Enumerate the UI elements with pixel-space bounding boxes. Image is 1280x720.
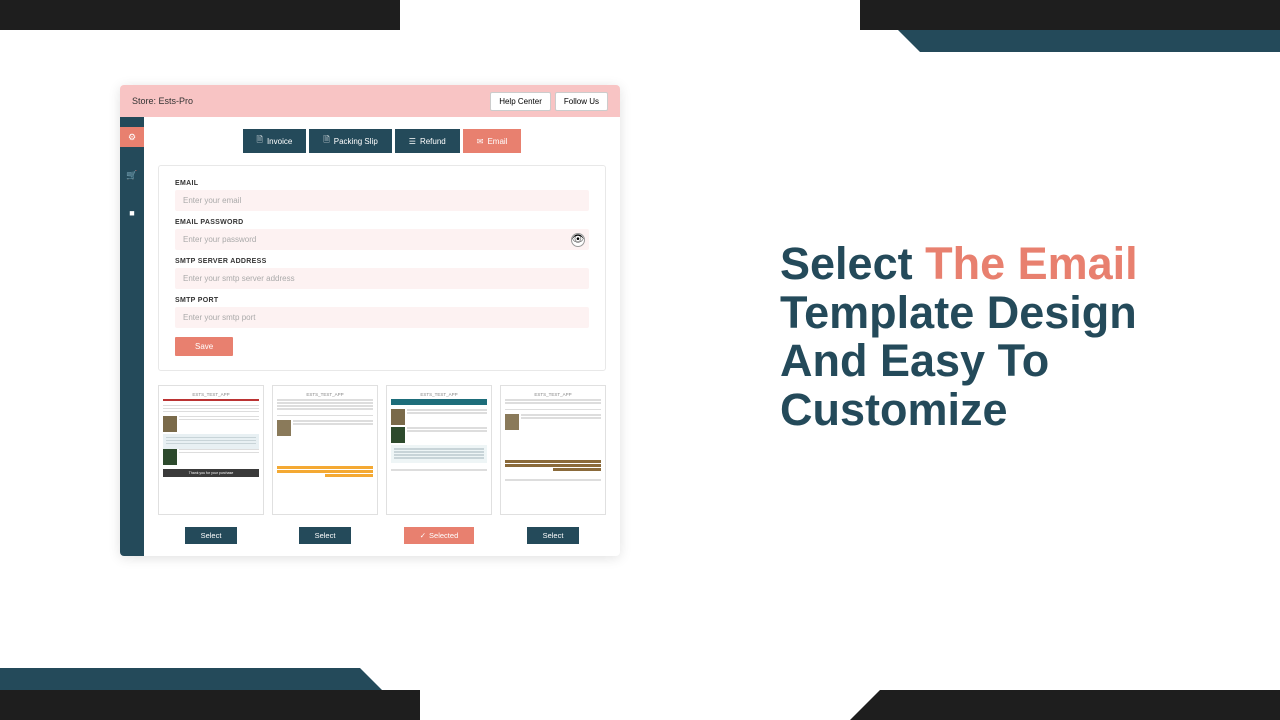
template-thanks: Thank you for your purchase [163, 469, 259, 477]
template-1[interactable]: ESTS_TEST_APP Thank you for your purchas… [158, 385, 264, 515]
template-header: ESTS_TEST_APP [505, 390, 601, 399]
sidebar-item-cart[interactable]: 🛒 [120, 165, 144, 185]
follow-us-button[interactable]: Follow Us [555, 92, 608, 111]
select-template-2[interactable]: Select [299, 527, 352, 544]
sidebar-item-user[interactable]: ■ [120, 203, 144, 223]
gear-icon: ⚙ [128, 132, 136, 143]
email-icon: ✉ [477, 137, 484, 146]
eye-icon[interactable]: 👁 [571, 233, 585, 247]
marketing-headline: Select The Email Template Design And Eas… [780, 240, 1180, 434]
topbar: Store: Ests-Pro Help Center Follow Us [120, 85, 620, 117]
sidebar: ⚙ 🛒 ■ [120, 117, 144, 556]
email-input[interactable] [175, 190, 589, 211]
smtp-server-input[interactable] [175, 268, 589, 289]
mkt-part3: Template Design And Easy To Customize [780, 287, 1137, 435]
selected-label: Selected [429, 531, 458, 540]
save-button[interactable]: Save [175, 337, 233, 356]
password-input[interactable] [175, 229, 589, 250]
frame-bottom-right [880, 690, 1280, 720]
help-center-button[interactable]: Help Center [490, 92, 551, 111]
template-2[interactable]: ESTS_TEST_APP [272, 385, 378, 515]
frame-top-right [860, 0, 1280, 60]
smtp-server-label: SMTP SERVER ADDRESS [175, 258, 589, 265]
tab-packing-label: Packing Slip [334, 137, 378, 146]
check-icon: ✓ [420, 531, 426, 540]
slip-icon: 🗎 [323, 134, 329, 148]
password-label: EMAIL PASSWORD [175, 219, 589, 226]
smtp-port-label: SMTP PORT [175, 297, 589, 304]
mkt-accent: The Email [925, 238, 1138, 289]
tabs: 🗎 Invoice 🗎 Packing Slip ☰ Refund ✉Email [158, 129, 606, 153]
tab-invoice-label: Invoice [267, 137, 292, 146]
frame-bottom-left [0, 660, 420, 720]
tab-invoice[interactable]: 🗎 Invoice [243, 129, 307, 153]
email-settings-card: EMAIL EMAIL PASSWORD 👁 SMTP SERVER ADDRE… [158, 165, 606, 371]
refund-icon: ☰ [409, 137, 416, 146]
smtp-port-input[interactable] [175, 307, 589, 328]
tab-email-label: Email [487, 137, 507, 146]
template-grid: ESTS_TEST_APP Thank you for your purchas… [158, 385, 606, 515]
mkt-part1: Select [780, 238, 925, 289]
tab-refund-label: Refund [420, 137, 446, 146]
tab-packing-slip[interactable]: 🗎 Packing Slip [309, 129, 391, 153]
template-3[interactable]: ESTS_TEST_APP [386, 385, 492, 515]
user-icon: ■ [129, 208, 134, 218]
file-icon: 🗎 [257, 134, 263, 148]
cart-icon: 🛒 [126, 170, 137, 181]
app-window: Store: Ests-Pro Help Center Follow Us ⚙ … [120, 85, 620, 556]
email-label: EMAIL [175, 180, 589, 187]
sidebar-item-settings[interactable]: ⚙ [120, 127, 144, 147]
tab-refund[interactable]: ☰ Refund [395, 129, 460, 153]
store-label: Store: Ests-Pro [132, 96, 193, 106]
selected-template-3[interactable]: ✓Selected [404, 527, 474, 544]
template-4[interactable]: ESTS_TEST_APP [500, 385, 606, 515]
template-header: ESTS_TEST_APP [391, 390, 487, 399]
template-header: ESTS_TEST_APP [277, 390, 373, 399]
select-template-4[interactable]: Select [527, 527, 580, 544]
select-row: Select Select ✓Selected Select [158, 525, 606, 544]
select-template-1[interactable]: Select [185, 527, 238, 544]
tab-email[interactable]: ✉Email [463, 129, 522, 153]
template-header: ESTS_TEST_APP [163, 390, 259, 399]
